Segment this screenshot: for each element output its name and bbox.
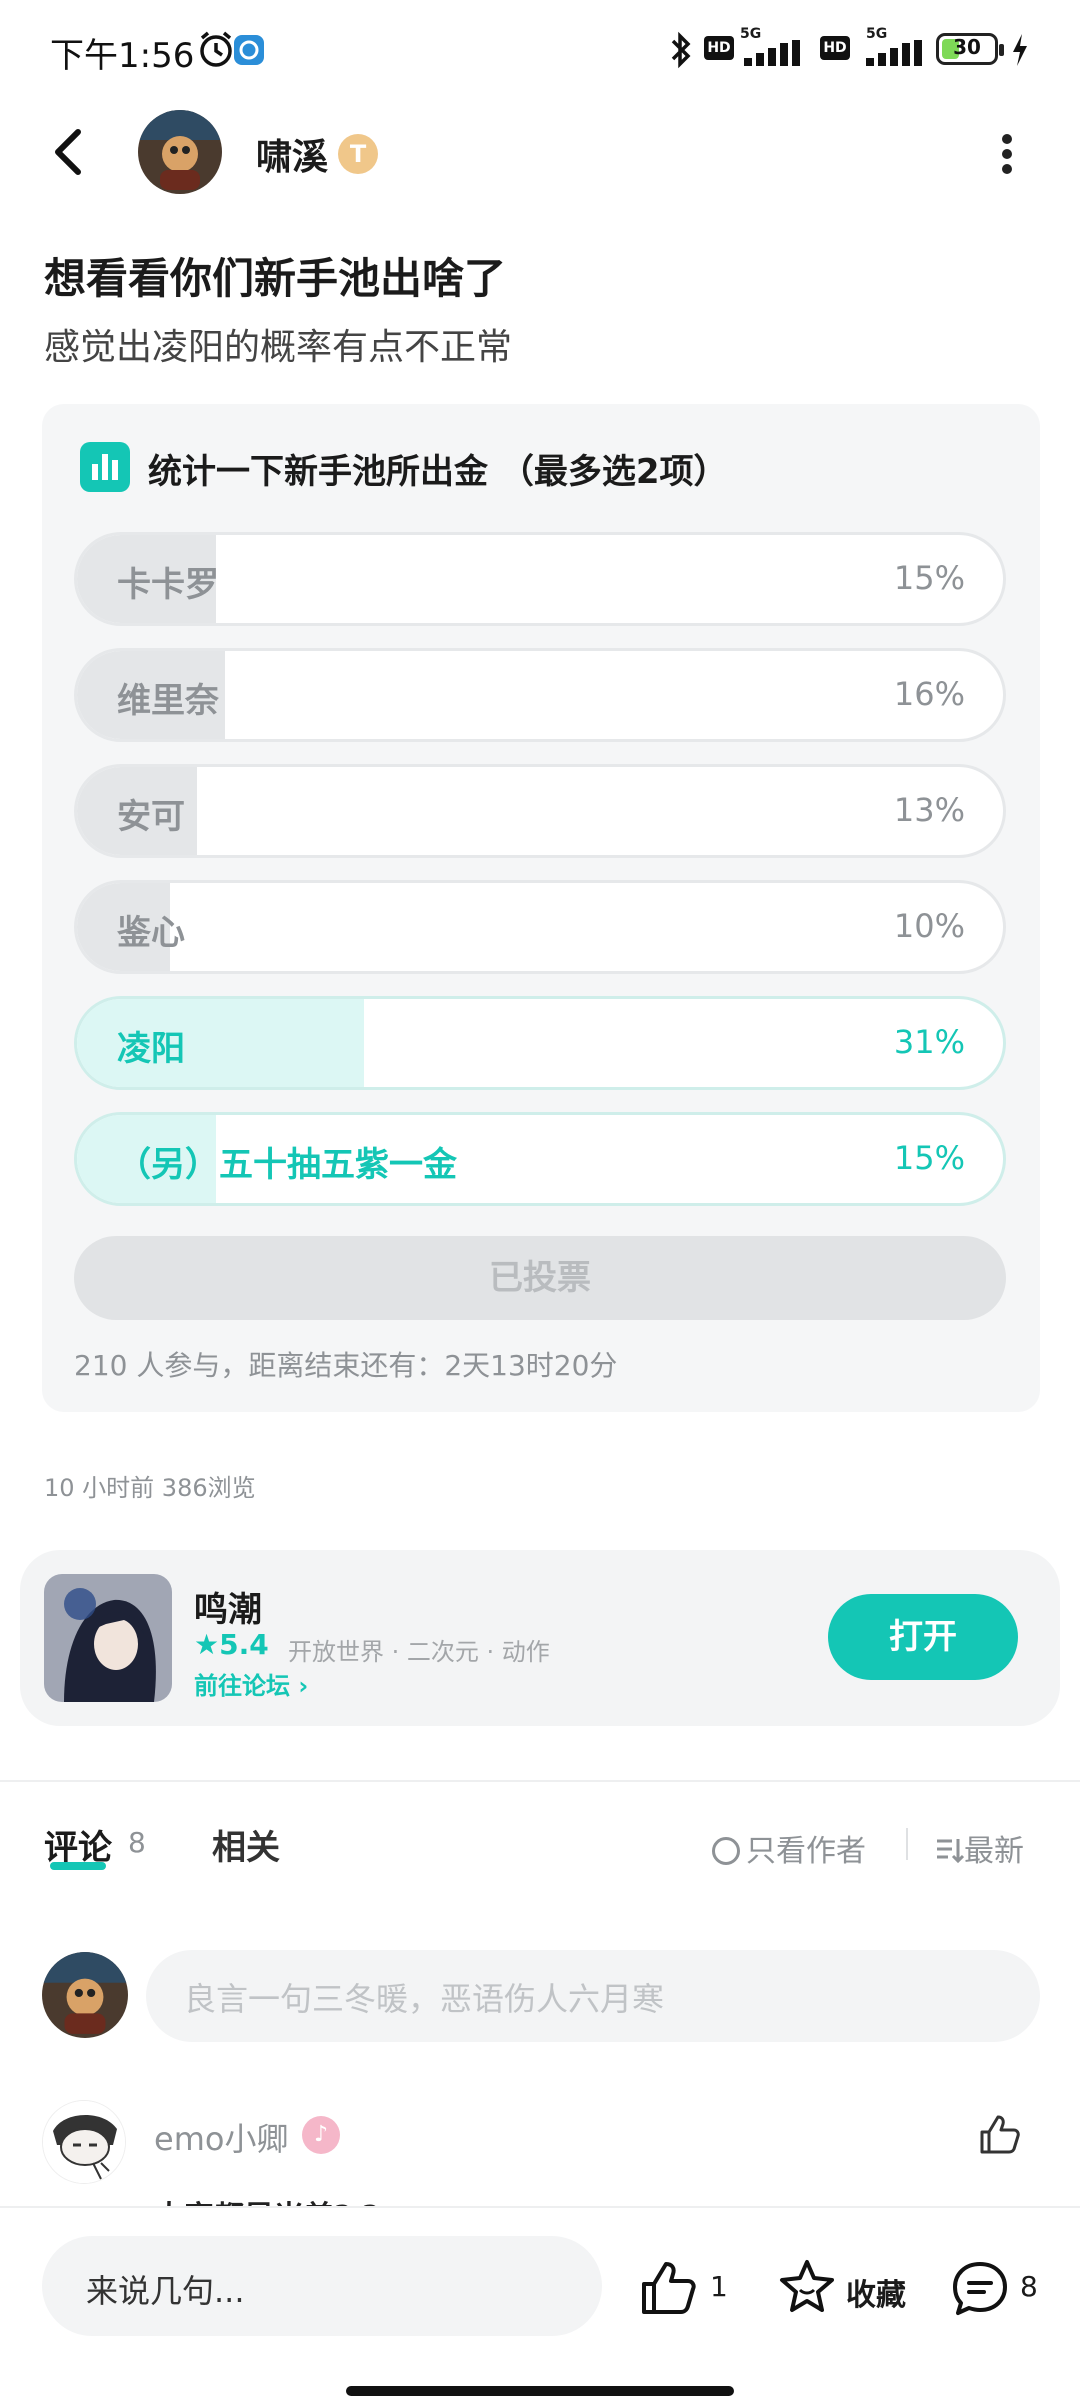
status-bar: 下午1:56 HD 5G HD 5G 30 [0,0,1080,100]
comment-input-placeholder: 良言一句三冬暖，恶语伤人六月寒 [184,1980,665,2018]
radio-circle-icon [712,1837,740,1865]
poll-option-percent: 15% [893,1139,965,1177]
battery-icon: 30 [936,33,1004,65]
alarm-icon [200,31,232,67]
tab-comments-count: 8 [128,1826,146,1859]
poll-option[interactable]: 凌阳 31% [74,996,1006,1090]
open-game-button[interactable]: 打开 [828,1594,1018,1680]
poll-option-label: （另）五十抽五紫一金 [117,1145,457,1185]
app-status-icon [234,35,264,65]
game-rating: ★5.4 [194,1628,269,1661]
post-meta: 10 小时前 386浏览 [44,1474,256,1502]
bottom-input-placeholder: 来说几句... [86,2272,245,2310]
only-author-label: 只看作者 [746,1834,866,1869]
game-rating-value: 5.4 [219,1628,269,1661]
more-options-icon[interactable] [1000,134,1014,174]
home-indicator[interactable] [346,2386,734,2396]
poll-option-label: 卡卡罗 [117,565,219,605]
bottom-action-bar: 来说几句... 1 收藏 8 [0,2206,1080,2400]
poll-option-label: 鉴心 [117,913,185,953]
poll-option[interactable]: 卡卡罗 15% [74,532,1006,626]
chevron-right-icon: › [298,1672,309,1700]
commenter-avatar[interactable] [42,2100,126,2184]
signal-icon-2 [866,40,922,66]
hd-badge-2: HD [820,36,850,60]
back-arrow-icon[interactable] [44,122,94,182]
voted-button: 已投票 [74,1236,1006,1320]
comment-input[interactable]: 良言一句三冬暖，恶语伤人六月寒 [146,1950,1040,2042]
game-name: 鸣潮 [194,1590,262,1630]
poll-option-percent: 13% [893,791,965,829]
status-time: 下午1:56 [50,36,195,76]
author-level-badge: T [338,134,378,174]
battery-level: 30 [953,35,981,59]
sort-icon [937,1839,965,1864]
poll-option-label: 安可 [117,797,185,837]
commenter-badge: ♪ [302,2116,340,2154]
comment-bubble-icon[interactable] [950,2258,1010,2318]
game-card[interactable]: 鸣潮 ★5.4 开放世界 · 二次元 · 动作 前往论坛 › 打开 [20,1550,1060,1726]
sort-latest-label: 最新 [964,1834,1024,1869]
post-subtitle: 感觉出凌阳的概率有点不正常 [44,327,513,368]
poll-title: 统计一下新手池所出金 （最多选2项） [148,452,728,492]
hd-badge-1: HD [704,36,734,60]
forum-link-label: 前往论坛 [194,1672,290,1700]
tab-active-indicator [50,1862,106,1870]
author-avatar[interactable] [138,110,222,194]
bluetooth-icon [671,31,691,69]
poll-participation: 210 人参与，距离结束还有：2天13时20分 [74,1349,618,1382]
poll-chart-icon [80,442,130,492]
poll-option[interactable]: （另）五十抽五紫一金 15% [74,1112,1006,1206]
comment-like-icon[interactable] [976,2112,1022,2158]
poll-option-percent: 31% [893,1023,965,1061]
poll-option-label: 维里奈 [117,681,219,721]
tab-related[interactable]: 相关 [212,1820,280,1869]
charging-icon [1013,34,1027,66]
poll-card: 统计一下新手池所出金 （最多选2项） 卡卡罗 15% 维里奈 16% 安可 13% 鉴心 10… [42,404,1040,1412]
post-title: 想看看你们新手池出啥了 [44,254,507,303]
like-count: 1 [710,2270,728,2303]
game-icon[interactable] [44,1574,172,1702]
signal-icon-1 [744,40,800,66]
section-divider [0,1780,1080,1782]
poll-option-label: 凌阳 [117,1029,185,1069]
forum-link[interactable]: 前往论坛 › [194,1666,308,1701]
poll-option-percent: 10% [893,907,965,945]
favorite-star-icon[interactable] [776,2256,838,2318]
my-avatar[interactable] [42,1952,128,2038]
commenter-name[interactable]: emo小卿 [154,2114,288,2160]
author-name[interactable]: 啸溪 [256,128,328,180]
comment-count: 8 [1020,2270,1038,2303]
sort-latest[interactable]: 最新 [934,1826,1024,1870]
poll-option[interactable]: 维里奈 16% [74,648,1006,742]
game-tags: 开放世界 · 二次元 · 动作 [288,1638,550,1666]
star-icon: ★ [194,1628,220,1661]
poll-option-percent: 15% [893,559,965,597]
bottom-comment-input[interactable]: 来说几句... [42,2236,602,2336]
poll-option[interactable]: 安可 13% [74,764,1006,858]
filter-divider [906,1828,908,1860]
poll-option-percent: 16% [893,675,965,713]
like-icon[interactable] [638,2258,698,2318]
poll-option[interactable]: 鉴心 10% [74,880,1006,974]
only-author-toggle[interactable]: 只看作者 [712,1826,866,1870]
favorite-label[interactable]: 收藏 [846,2270,906,2314]
